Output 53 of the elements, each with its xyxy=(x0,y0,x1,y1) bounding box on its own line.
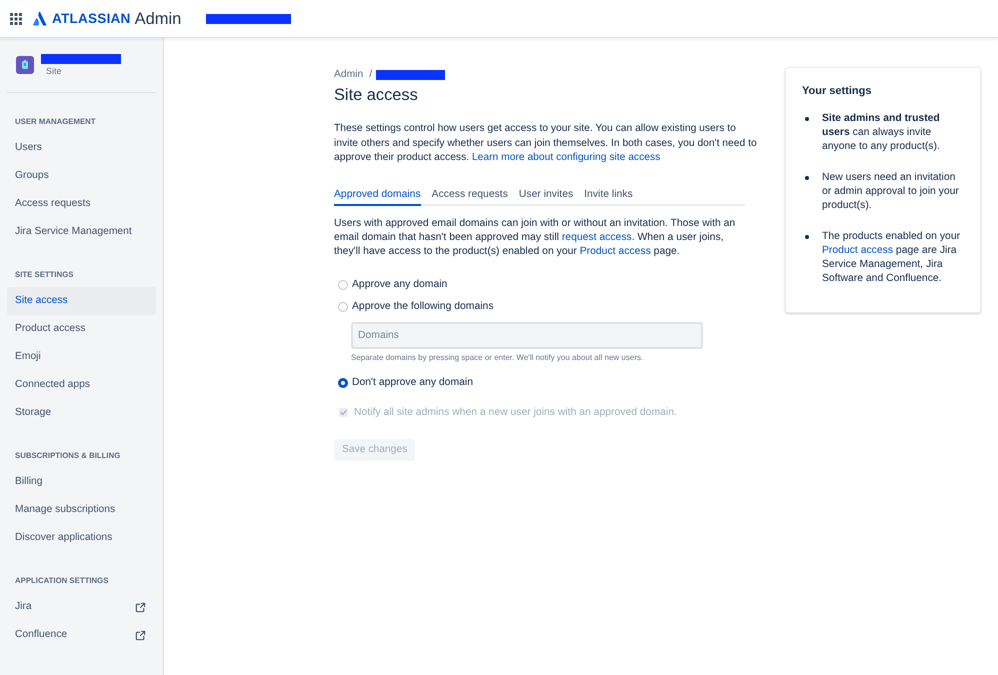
sidebar-item[interactable]: Manage subscriptions xyxy=(7,496,156,524)
bullet-text: Site admins and trusted users can always invite anyone to any product(s). xyxy=(822,112,941,154)
sidebar-item[interactable]: Jira xyxy=(7,593,156,621)
sidebar-item[interactable]: Site access xyxy=(7,287,156,315)
bullet-text: The products enabled on your Product access page are Jira Service Management, Jira Software and Confluence. xyxy=(822,230,961,286)
text-link[interactable]: Learn more about configuring site access xyxy=(472,152,660,163)
sidebar-item[interactable]: Billing xyxy=(7,468,156,496)
sidebar-item[interactable]: Connected apps xyxy=(7,371,156,399)
sidebar-item[interactable]: Emoji xyxy=(7,343,156,371)
sidebar-item[interactable]: Discover applications xyxy=(7,524,156,552)
bullet-icon xyxy=(805,176,809,180)
bullet-text: New users need an invitation or admin approval to join your product(s). xyxy=(822,171,960,213)
site-type-label: Site xyxy=(46,65,63,77)
product-name: Admin xyxy=(134,10,182,28)
domains-input[interactable]: Domains xyxy=(351,322,703,348)
redaction-bar xyxy=(376,70,446,80)
sidebar-item[interactable]: Access requests xyxy=(7,190,156,218)
radio-label: Approve any domain xyxy=(352,278,448,292)
card-title: Your settings xyxy=(802,84,872,98)
radio-button[interactable] xyxy=(338,280,348,290)
sidebar-item[interactable]: Product access xyxy=(7,315,156,343)
breadcrumb-separator: / xyxy=(369,68,372,82)
text-link[interactable]: Product access xyxy=(580,246,651,256)
domains-description: Users with approved email domains can join with or without an invitation. Those with an email domain that hasn't been approved may still request access. When a user joins, they'll have access to the product(s) enabled on your Product access page. xyxy=(334,216,736,258)
external-link-icon[interactable] xyxy=(135,630,146,640)
sidebar-item[interactable]: Users xyxy=(7,134,156,162)
grid-menu-icon[interactable] xyxy=(10,12,22,24)
text-link[interactable]: request access xyxy=(562,232,632,242)
sidebar-item[interactable]: Groups xyxy=(7,162,156,190)
bullet-icon xyxy=(805,235,809,239)
breadcrumb-link[interactable]: Admin xyxy=(334,67,364,83)
sidebar-item[interactable]: Confluence xyxy=(7,621,156,649)
radio-label: Approve the following domains xyxy=(352,300,494,314)
tab[interactable]: User invites xyxy=(518,188,574,206)
check-icon xyxy=(340,409,347,416)
radio-button[interactable] xyxy=(338,302,348,312)
tab[interactable]: Approved domains xyxy=(334,188,421,206)
radio-label: Don't approve any domain xyxy=(352,376,473,390)
brand-name: ATLASSIAN xyxy=(52,10,131,26)
page-title: Site access xyxy=(334,85,419,105)
sidebar-item[interactable]: Jira Service Management xyxy=(7,218,156,246)
tab[interactable]: Invite links xyxy=(584,188,633,206)
text-link[interactable]: Product access xyxy=(822,245,894,256)
external-link-icon[interactable] xyxy=(135,602,146,612)
site-icon xyxy=(16,56,34,74)
radio-button[interactable] xyxy=(338,378,348,388)
logo-icon xyxy=(33,11,47,26)
checkbox-label: Notify all site admins when a new user joins with an approved domain. xyxy=(354,406,677,420)
intro-text: These settings control how users get access to your site. You can allow existing users to invite others and specify whether users can join themselves. In both cases, you don't need to approve their product access. Learn more about configuring site access xyxy=(334,122,758,165)
field-helper-text: Separate domains by pressing space or enter. We'll notify you about all new users. xyxy=(351,352,644,362)
tab[interactable]: Access requests xyxy=(432,188,508,206)
sidebar-item[interactable]: Storage xyxy=(7,399,156,427)
bullet-icon xyxy=(805,117,809,121)
